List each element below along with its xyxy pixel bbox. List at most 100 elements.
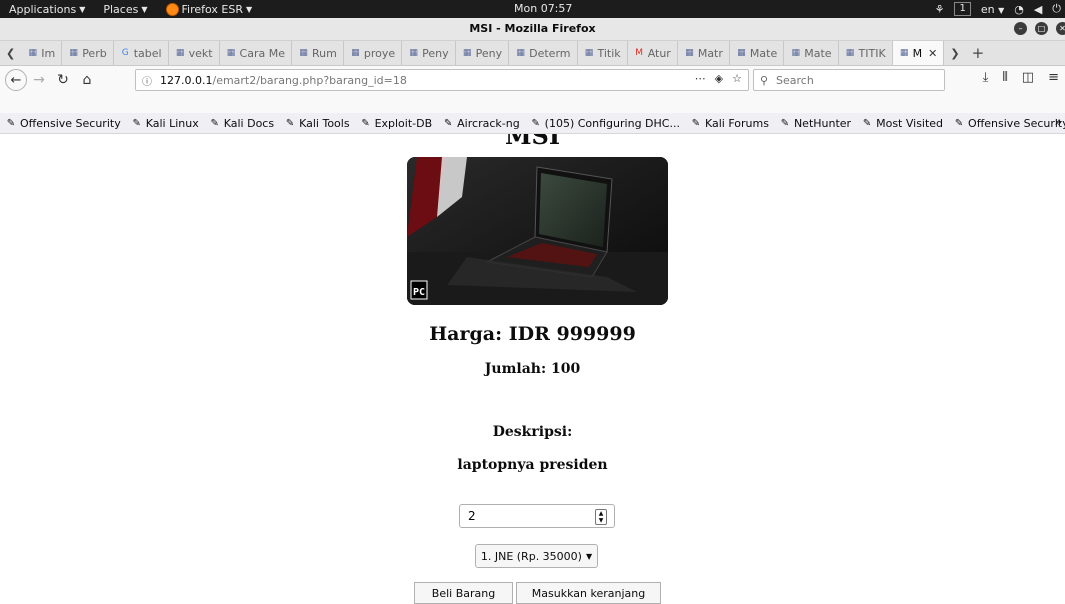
search-bar[interactable]: ⚲ <box>753 69 945 91</box>
bookmark-icon: ✎ <box>6 117 16 129</box>
page-icon: ▦ <box>69 48 78 58</box>
page-icon: ▦ <box>845 48 855 58</box>
close-tab-icon[interactable]: ✕ <box>928 47 937 60</box>
product-price: Harga: IDR 999999 <box>429 323 636 345</box>
bookmark-icon: ✎ <box>780 117 790 129</box>
tab-label: tabel <box>133 46 162 60</box>
tab-label: TITIK <box>858 46 886 60</box>
bookmark-star-icon[interactable]: ☆ <box>732 72 742 85</box>
browser-tab[interactable]: ▦ Peny <box>402 41 456 65</box>
downloads-icon[interactable]: ⤓ <box>983 70 989 85</box>
browser-tab[interactable]: ▦ Titik <box>578 41 628 65</box>
browser-tab[interactable]: ▦ Peny <box>456 41 510 65</box>
page-icon: ▦ <box>899 48 909 58</box>
bookmark-item[interactable]: ✎ Kali Forums <box>685 117 774 130</box>
browser-tab[interactable]: ▦ vekt <box>169 41 220 65</box>
tab-scroll-left-icon[interactable]: ❮ <box>0 47 21 60</box>
app-menu[interactable]: Firefox ESR ▼ <box>157 2 262 16</box>
tab-label: Mate <box>749 46 778 60</box>
applications-menu[interactable]: Applications ▼ <box>0 3 94 16</box>
tray-app-icon[interactable]: ⚘ <box>935 3 945 16</box>
page-icon: ▦ <box>462 48 472 58</box>
quantity-input[interactable] <box>466 508 590 524</box>
shipping-select[interactable]: 1. JNE (Rp. 35000) ▼ <box>475 544 598 568</box>
bookmark-icon: ✎ <box>443 117 453 129</box>
page-icon: ▦ <box>737 48 746 58</box>
caret-down-icon: ▼ <box>245 4 253 14</box>
tab-label: proye <box>363 46 396 60</box>
bookmark-label: Offensive Security <box>20 116 121 130</box>
tab-strip: ❮ ▦ Im ▦ Perb Gtabel ▦ vekt ▦ Cara Me ▦ Rum ▦ proye ▦… <box>0 41 1065 66</box>
tab-label: Titik <box>597 46 621 60</box>
browser-tab[interactable]: ▦ TITIK <box>839 41 893 65</box>
bookmark-item[interactable]: ✎ Kali Docs <box>204 117 279 130</box>
clock[interactable]: Mon 07:57 <box>514 2 572 15</box>
workspace-indicator[interactable]: 1 <box>954 2 971 16</box>
url-bar[interactable]: ⓘ 127.0.0.1/emart2/barang.php?barang_id=… <box>135 69 749 91</box>
bookmark-item[interactable]: ✎ NetHunter <box>774 117 856 130</box>
page-icon: ▦ <box>409 48 418 58</box>
bookmark-item[interactable]: ✎ Aircrack-ng <box>437 117 525 130</box>
browser-tab[interactable]: ▦ Matr <box>678 41 730 65</box>
reload-icon[interactable]: ↻ <box>51 69 75 91</box>
bookmark-item[interactable]: ✎ Exploit-DB <box>355 117 438 130</box>
firefox-icon <box>165 2 179 16</box>
forward-icon[interactable]: → <box>27 69 51 91</box>
info-icon[interactable]: ⓘ <box>142 73 156 88</box>
bookmark-item[interactable]: ✎ Offensive Security <box>948 117 1065 130</box>
tab-label: Cara Me <box>239 46 285 60</box>
close-window-icon[interactable]: ✕ <box>1056 22 1065 35</box>
tab-label: Peny <box>475 46 503 60</box>
places-menu[interactable]: Places ▼ <box>94 3 156 16</box>
product-image: PC <box>407 157 668 305</box>
browser-tab[interactable]: ▦ Perb <box>62 41 114 65</box>
browser-tab[interactable]: ▦ proye <box>344 41 403 65</box>
power-icon[interactable]: ⏻ <box>1052 2 1061 16</box>
minimize-icon[interactable]: – <box>1014 22 1027 35</box>
browser-tab[interactable]: ▦ M ✕ <box>892 41 945 65</box>
window-title: MSI - Mozilla Firefox <box>469 22 596 35</box>
tab-label: Determ <box>529 46 571 60</box>
browser-tab[interactable]: ▦ Determ <box>509 41 578 65</box>
bookmarks-overflow-icon[interactable]: » <box>1055 115 1062 129</box>
url-text[interactable]: 127.0.0.1/emart2/barang.php?barang_id=18 <box>160 74 407 87</box>
home-icon[interactable]: ⌂ <box>75 69 99 91</box>
browser-tab[interactable]: ▦ Mate <box>730 41 785 65</box>
tab-scroll-right-icon[interactable]: ❯ <box>944 47 965 60</box>
browser-tab[interactable]: ▦ Mate <box>784 41 839 65</box>
tab-label: Atur <box>647 46 671 60</box>
bookmark-item[interactable]: ✎ (105) Configuring DHC... <box>525 117 685 130</box>
bookmark-label: Kali Docs <box>223 116 275 130</box>
page-actions-icon[interactable]: ⋯ <box>695 72 706 85</box>
tab-label: Rum <box>312 46 337 60</box>
browser-tab[interactable]: ▦ Cara Me <box>220 41 292 65</box>
search-input[interactable] <box>774 72 938 88</box>
bookmark-icon: ✎ <box>531 117 540 129</box>
new-tab-icon[interactable]: + <box>966 44 991 62</box>
bookmark-item[interactable]: ✎ Kali Linux <box>126 117 204 130</box>
browser-tab[interactable]: M Atur <box>628 41 678 65</box>
library-icon[interactable]: ⫴ <box>1002 70 1007 85</box>
bookmark-item[interactable]: ✎ Kali Tools <box>279 117 354 130</box>
menu-icon[interactable]: ≡ <box>1048 70 1059 85</box>
maximize-icon[interactable]: □ <box>1035 22 1048 35</box>
language-indicator[interactable]: en ▼ <box>981 3 1004 16</box>
bookmark-label: Exploit-DB <box>374 116 433 130</box>
browser-tab[interactable]: ▦ Im <box>21 41 63 65</box>
page-icon: ▦ <box>226 48 236 58</box>
tab-label: Matr <box>697 46 723 60</box>
quantity-stepper[interactable]: ▲▼ <box>459 504 615 528</box>
sidebar-icon[interactable]: ◫ <box>1022 70 1034 85</box>
bookmark-icon: ✎ <box>862 117 872 129</box>
bookmark-item[interactable]: ✎ Offensive Security <box>0 117 126 130</box>
browser-tab[interactable]: ▦ Rum <box>292 41 344 65</box>
back-icon[interactable]: ← <box>5 69 27 91</box>
wifi-icon[interactable]: ◔ <box>1014 3 1024 16</box>
navigation-bar: ← → ↻ ⌂ ⓘ 127.0.0.1/emart2/barang.php?ba… <box>0 66 1065 94</box>
bookmark-item[interactable]: ✎ Most Visited <box>856 117 948 130</box>
bookmark-icon: ✎ <box>361 117 370 129</box>
pocket-icon[interactable]: ◈ <box>715 72 723 85</box>
volume-icon[interactable]: ◀ <box>1034 3 1042 16</box>
browser-tab[interactable]: Gtabel <box>114 41 169 65</box>
spinner-icon[interactable]: ▲ ▼ <box>595 509 607 525</box>
